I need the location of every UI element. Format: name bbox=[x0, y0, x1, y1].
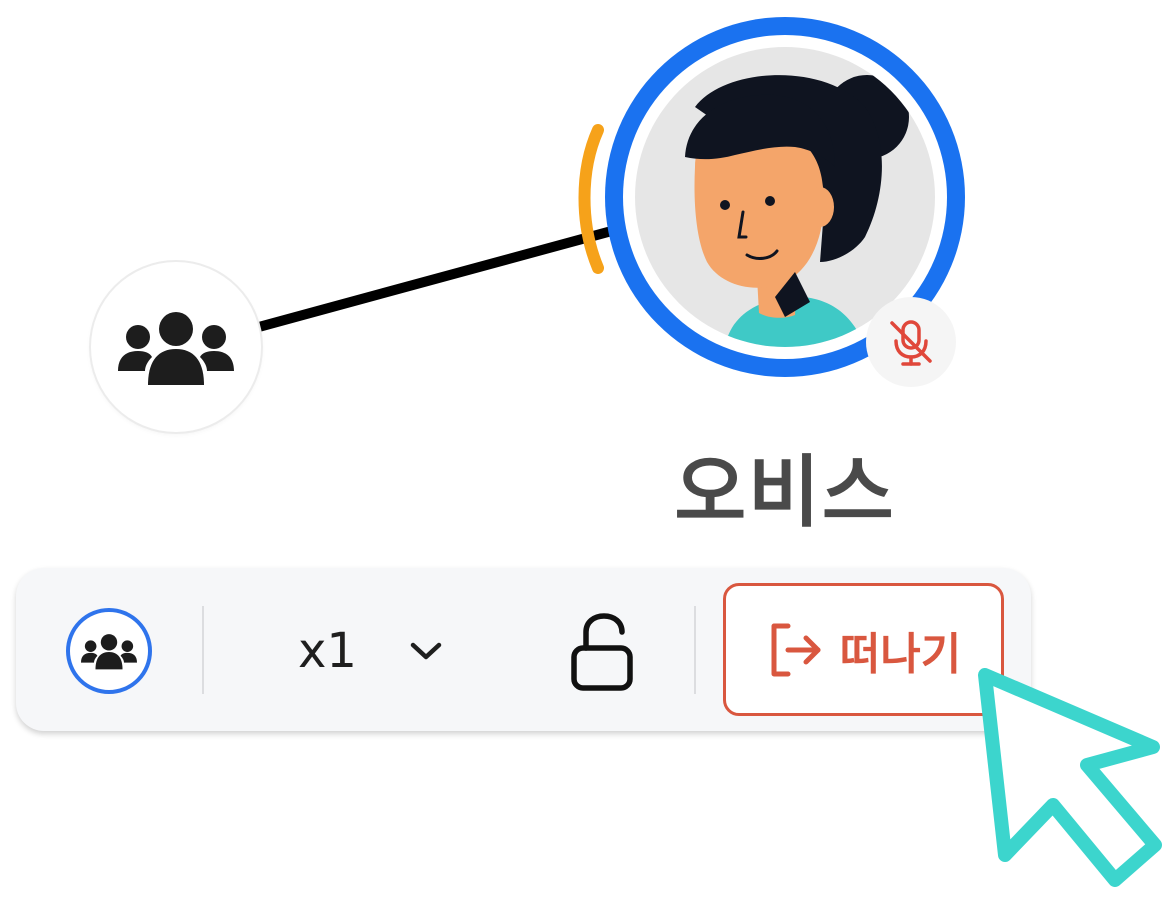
toolbar-divider bbox=[202, 606, 204, 694]
toolbar-divider bbox=[694, 606, 696, 694]
leave-button[interactable]: 떠나기 bbox=[723, 583, 1004, 716]
meeting-canvas: 오비스 x1 떠나기 bbox=[0, 0, 1175, 914]
mic-off-icon bbox=[890, 320, 932, 366]
lock-toggle-button[interactable] bbox=[568, 612, 638, 692]
zoom-value: x1 bbox=[298, 623, 357, 679]
chevron-down-icon bbox=[410, 642, 442, 660]
lock-open-icon bbox=[571, 613, 633, 691]
leave-button-label: 떠나기 bbox=[839, 628, 962, 680]
mute-badge bbox=[866, 297, 956, 387]
people-group-icon bbox=[81, 634, 137, 670]
zoom-select[interactable]: x1 bbox=[298, 608, 443, 694]
pointer-cursor-icon bbox=[978, 668, 1162, 887]
exit-icon bbox=[771, 623, 821, 676]
group-view-button[interactable] bbox=[66, 608, 152, 694]
participant-name: 오비스 bbox=[674, 448, 896, 538]
meeting-toolbar: x1 떠나기 bbox=[16, 568, 1031, 731]
